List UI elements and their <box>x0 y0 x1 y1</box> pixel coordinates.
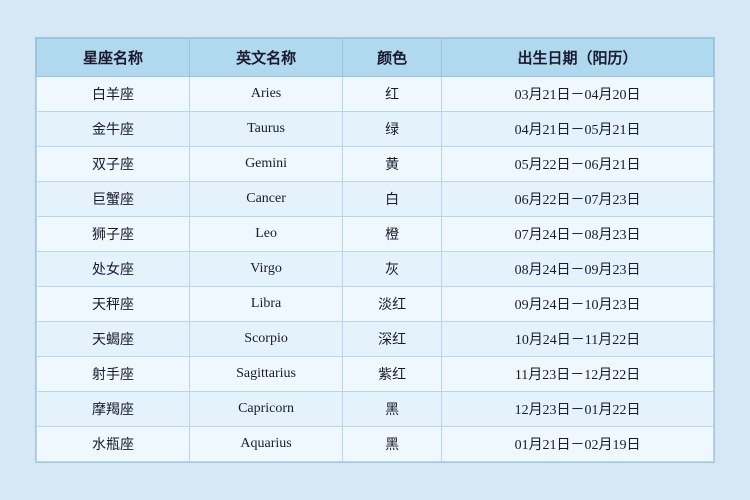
table-row: 天秤座Libra淡红09月24日－10月23日 <box>37 287 714 322</box>
table-row: 巨蟹座Cancer白06月22日－07月23日 <box>37 182 714 217</box>
header-color: 颜色 <box>343 39 442 77</box>
cell-chinese: 金牛座 <box>37 112 190 147</box>
cell-color: 白 <box>343 182 442 217</box>
cell-dates: 01月21日－02月19日 <box>442 427 714 462</box>
cell-color: 橙 <box>343 217 442 252</box>
table-row: 金牛座Taurus绿04月21日－05月21日 <box>37 112 714 147</box>
cell-english: Sagittarius <box>190 357 343 392</box>
cell-chinese: 双子座 <box>37 147 190 182</box>
zodiac-table-container: 星座名称 英文名称 颜色 出生日期（阳历） 白羊座Aries红03月21日－04… <box>35 37 715 463</box>
cell-english: Aquarius <box>190 427 343 462</box>
cell-dates: 09月24日－10月23日 <box>442 287 714 322</box>
cell-english: Taurus <box>190 112 343 147</box>
cell-english: Leo <box>190 217 343 252</box>
zodiac-table: 星座名称 英文名称 颜色 出生日期（阳历） 白羊座Aries红03月21日－04… <box>36 38 714 462</box>
cell-color: 深红 <box>343 322 442 357</box>
cell-chinese: 水瓶座 <box>37 427 190 462</box>
table-row: 摩羯座Capricorn黑12月23日－01月22日 <box>37 392 714 427</box>
table-row: 天蝎座Scorpio深红10月24日－11月22日 <box>37 322 714 357</box>
cell-chinese: 天秤座 <box>37 287 190 322</box>
cell-english: Capricorn <box>190 392 343 427</box>
cell-english: Gemini <box>190 147 343 182</box>
header-english-name: 英文名称 <box>190 39 343 77</box>
cell-color: 黑 <box>343 392 442 427</box>
cell-chinese: 摩羯座 <box>37 392 190 427</box>
cell-dates: 06月22日－07月23日 <box>442 182 714 217</box>
cell-chinese: 射手座 <box>37 357 190 392</box>
cell-english: Aries <box>190 77 343 112</box>
header-dates: 出生日期（阳历） <box>442 39 714 77</box>
cell-color: 黑 <box>343 427 442 462</box>
cell-chinese: 处女座 <box>37 252 190 287</box>
cell-english: Virgo <box>190 252 343 287</box>
cell-chinese: 巨蟹座 <box>37 182 190 217</box>
cell-chinese: 白羊座 <box>37 77 190 112</box>
table-row: 狮子座Leo橙07月24日－08月23日 <box>37 217 714 252</box>
cell-english: Cancer <box>190 182 343 217</box>
cell-dates: 08月24日－09月23日 <box>442 252 714 287</box>
table-body: 白羊座Aries红03月21日－04月20日金牛座Taurus绿04月21日－0… <box>37 77 714 462</box>
cell-color: 淡红 <box>343 287 442 322</box>
cell-color: 绿 <box>343 112 442 147</box>
cell-dates: 11月23日－12月22日 <box>442 357 714 392</box>
cell-dates: 04月21日－05月21日 <box>442 112 714 147</box>
table-header-row: 星座名称 英文名称 颜色 出生日期（阳历） <box>37 39 714 77</box>
cell-color: 黄 <box>343 147 442 182</box>
cell-chinese: 天蝎座 <box>37 322 190 357</box>
cell-color: 红 <box>343 77 442 112</box>
table-row: 水瓶座Aquarius黑01月21日－02月19日 <box>37 427 714 462</box>
cell-english: Scorpio <box>190 322 343 357</box>
cell-english: Libra <box>190 287 343 322</box>
cell-dates: 10月24日－11月22日 <box>442 322 714 357</box>
cell-dates: 12月23日－01月22日 <box>442 392 714 427</box>
table-row: 白羊座Aries红03月21日－04月20日 <box>37 77 714 112</box>
cell-dates: 03月21日－04月20日 <box>442 77 714 112</box>
table-row: 射手座Sagittarius紫红11月23日－12月22日 <box>37 357 714 392</box>
table-row: 处女座Virgo灰08月24日－09月23日 <box>37 252 714 287</box>
cell-color: 灰 <box>343 252 442 287</box>
header-chinese-name: 星座名称 <box>37 39 190 77</box>
cell-dates: 05月22日－06月21日 <box>442 147 714 182</box>
cell-dates: 07月24日－08月23日 <box>442 217 714 252</box>
cell-color: 紫红 <box>343 357 442 392</box>
cell-chinese: 狮子座 <box>37 217 190 252</box>
table-row: 双子座Gemini黄05月22日－06月21日 <box>37 147 714 182</box>
